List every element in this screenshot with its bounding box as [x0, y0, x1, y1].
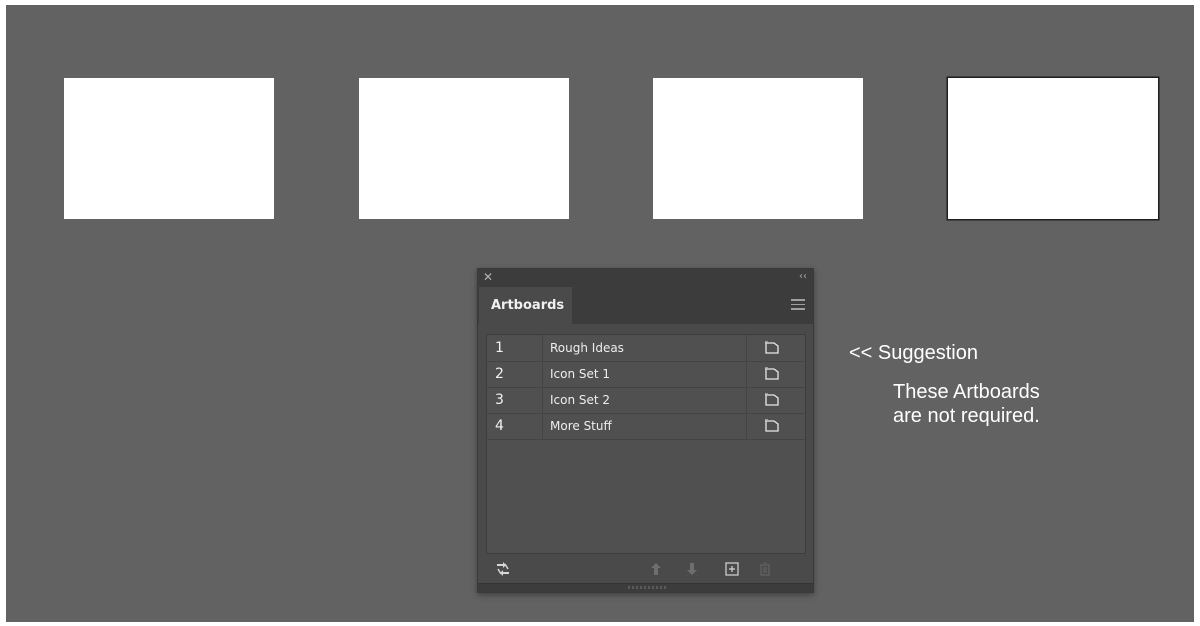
panel-resize-handle[interactable]: [478, 583, 813, 592]
artboard-name[interactable]: Icon Set 1: [550, 361, 610, 387]
close-icon[interactable]: ✕: [483, 270, 493, 284]
artboard-options-icon[interactable]: [746, 335, 805, 361]
suggestion-label: << Suggestion: [849, 342, 978, 364]
annotation-note: These Artboards are not required.: [893, 380, 1040, 428]
panel-titlebar[interactable]: ✕ ‹‹: [478, 269, 813, 287]
collapse-icon[interactable]: ‹‹: [799, 270, 807, 284]
artboard-number: 1: [487, 335, 543, 361]
panel-tabbar: Artboards: [478, 287, 813, 324]
tab-artboards[interactable]: Artboards: [479, 287, 572, 324]
artboard-2[interactable]: [359, 78, 569, 219]
artboard-name[interactable]: Icon Set 2: [550, 387, 610, 413]
list-item[interactable]: 4 More Stuff: [487, 413, 805, 440]
panel-footer: [478, 556, 813, 584]
artboard-3[interactable]: [653, 78, 863, 219]
annotation-line-2: are not required.: [893, 405, 1040, 427]
new-artboard-icon[interactable]: [725, 561, 739, 580]
artboard-number: 2: [487, 361, 543, 387]
artboard-name[interactable]: More Stuff: [550, 413, 612, 439]
list-item[interactable]: 2 Icon Set 1: [487, 361, 805, 388]
list-item[interactable]: 3 Icon Set 2: [487, 387, 805, 414]
move-up-icon[interactable]: [650, 561, 662, 580]
list-item[interactable]: 1 Rough Ideas: [487, 335, 805, 362]
rearrange-icon[interactable]: [495, 561, 511, 581]
artboards-panel: ✕ ‹‹ Artboards 1 Rough Ideas 2 Icon Set …: [477, 268, 814, 593]
artboard-number: 4: [487, 413, 543, 439]
grip: [628, 586, 668, 589]
artboard-4[interactable]: [948, 78, 1158, 219]
artboard-options-icon[interactable]: [746, 387, 805, 413]
artboard-1[interactable]: [64, 78, 274, 219]
delete-icon[interactable]: [759, 561, 771, 580]
panel-menu-icon[interactable]: [791, 299, 805, 310]
artboard-options-icon[interactable]: [746, 361, 805, 387]
artboard-name[interactable]: Rough Ideas: [550, 335, 624, 361]
annotation-line-1: These Artboards: [893, 381, 1040, 403]
artboard-options-icon[interactable]: [746, 413, 805, 439]
move-down-icon[interactable]: [686, 561, 698, 580]
artboard-number: 3: [487, 387, 543, 413]
artboard-list: 1 Rough Ideas 2 Icon Set 1 3 Icon Set 2 …: [486, 334, 806, 554]
